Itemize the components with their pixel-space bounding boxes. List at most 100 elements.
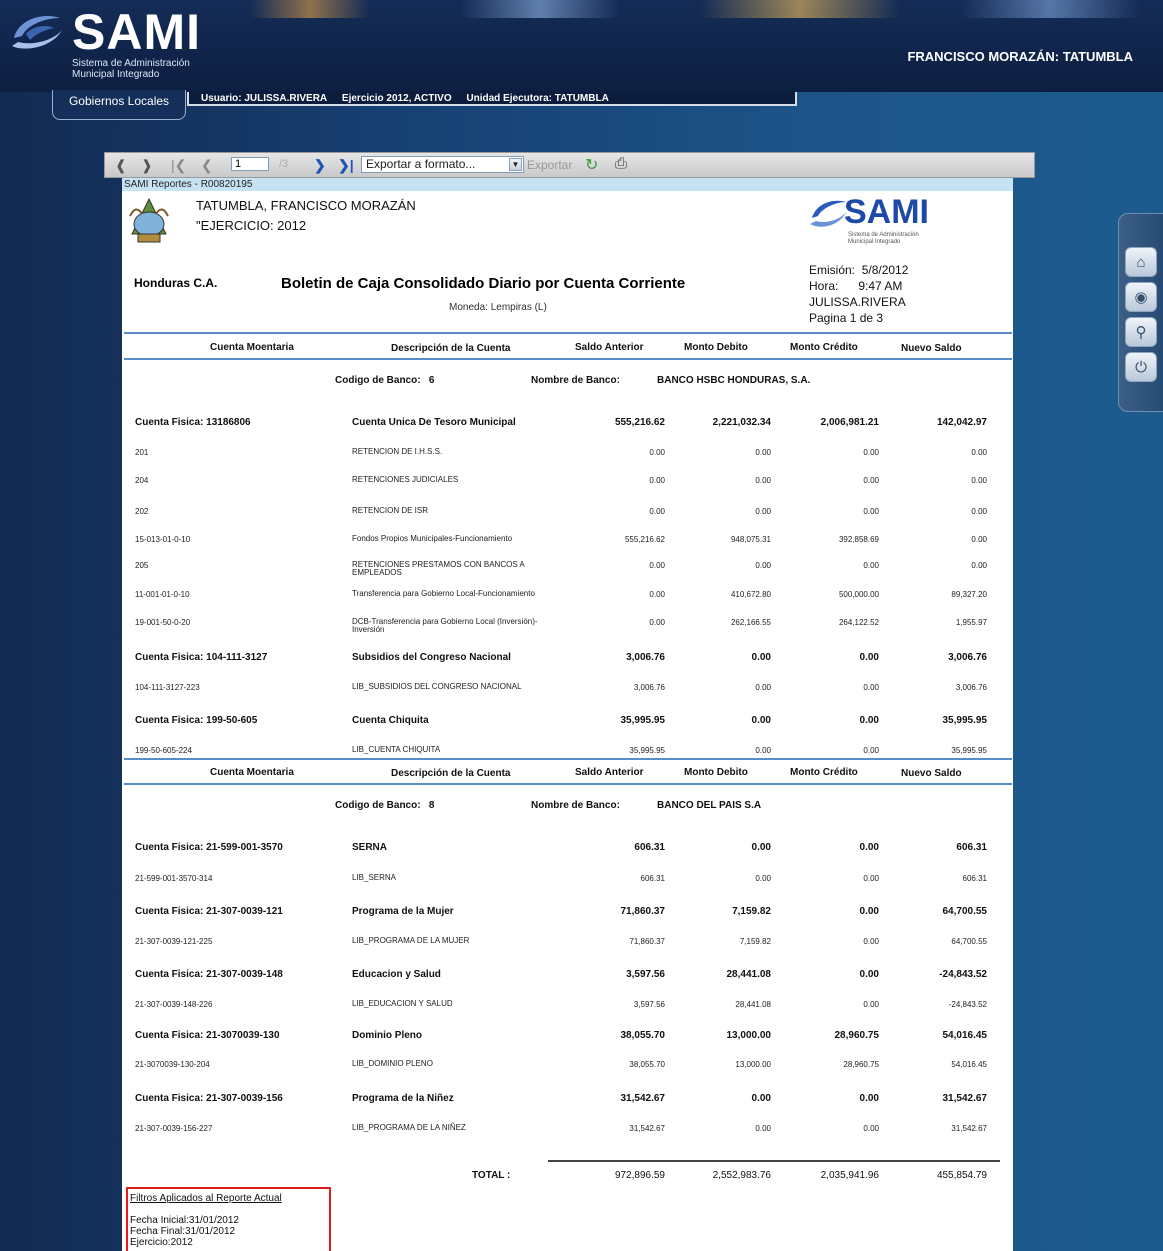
sami-logo-sub: Sistema de Administración <box>848 232 919 238</box>
cell-c3: 31,542.67 <box>629 1124 665 1133</box>
cell-c2: LIB_SERNA <box>352 873 397 882</box>
cell-c5: 0.00 <box>863 683 879 692</box>
cell-c4: 262,166.55 <box>730 618 771 627</box>
cell-c4: 7,159.82 <box>739 937 771 946</box>
cell-c1: Cuenta Fisica: 104-111-3127 <box>135 652 268 663</box>
cell-c2: Fondos Propios Municipales-Funcionamient… <box>352 534 513 543</box>
cell-c3: 555,216.62 <box>614 417 665 428</box>
sami-logo-icon <box>12 16 62 49</box>
emision-label: Emisión: <box>809 263 856 277</box>
eye-icon[interactable]: ◉ <box>1125 282 1157 312</box>
cell-c5: 28,960.75 <box>834 1030 880 1041</box>
report-meta: Emisión: 5/8/2012 Hora: 9:47 AM JULISSA.… <box>809 262 908 326</box>
refresh-icon[interactable]: ↻ <box>585 155 598 175</box>
cell-c4: 0.00 <box>755 448 771 457</box>
user-label: Usuario: JULISSA.RIVERA <box>201 93 328 104</box>
export-format-select[interactable]: Exportar a formato... ▼ <box>361 156 524 173</box>
sami-logo-icon <box>810 200 846 227</box>
home-icon[interactable]: ⌂ <box>1125 247 1157 277</box>
export-button[interactable]: Exportar <box>527 158 572 172</box>
bank-name: BANCO HSBC HONDURAS, S.A. <box>657 375 811 386</box>
cell-c1: 21-307-0039-156-227 <box>135 1124 213 1133</box>
bank-name-label: Nombre de Banco: <box>531 375 620 386</box>
side-panel: ⌂ ◉ ⚲ ⏻ <box>1118 213 1163 412</box>
cell-c6: 35,995.95 <box>951 746 987 755</box>
divider <box>124 358 1012 360</box>
col-nuevo-saldo: Nuevo Saldo <box>901 768 962 779</box>
cell-c3: 0.00 <box>649 590 665 599</box>
cell-c5: 0.00 <box>863 937 879 946</box>
cell-c4: 7,159.82 <box>732 906 771 917</box>
power-icon[interactable]: ⏻ <box>1125 352 1157 382</box>
municipality-label: FRANCISCO MORAZÁN: TATUMBLA <box>907 49 1133 64</box>
cell-c5: 0.00 <box>859 906 879 917</box>
report-user: JULISSA.RIVERA <box>809 295 906 309</box>
cell-c6: 3,006.76 <box>948 652 987 663</box>
cell-c1: Cuenta Fisica: 21-3070039-130 <box>135 1030 280 1041</box>
total-label: TOTAL : <box>472 1170 511 1181</box>
col-cuenta: Cuenta Moentaria <box>210 767 294 778</box>
cell-c1: 21-307-0039-148-226 <box>135 1000 213 1009</box>
cell-c3: 35,995.95 <box>620 715 666 726</box>
cell-c4: 0.00 <box>751 1093 771 1104</box>
cell-c2: LIB_DOMINIO PLENO <box>352 1059 433 1068</box>
divider <box>124 758 1012 760</box>
cell-c3: 71,860.37 <box>629 937 665 946</box>
cell-c3: 3,006.76 <box>633 683 665 692</box>
cell-c5: 0.00 <box>863 1000 879 1009</box>
header-decoration <box>460 0 620 18</box>
forward-icon[interactable]: ❱ <box>141 157 153 174</box>
col-monto-debito: Monto Debito <box>684 767 748 778</box>
cell-c6: 54,016.45 <box>942 1030 988 1041</box>
cell-c3: 71,860.37 <box>620 906 666 917</box>
cell-c2: LIB_SUBSIDIOS DEL CONGRESO NACIONAL <box>352 682 522 691</box>
cell-c6: 1,955.97 <box>955 618 987 627</box>
page-total: /3 <box>279 158 289 170</box>
total-saldo-anterior: 972,896.59 <box>614 1170 665 1181</box>
cell-c2: RETENCION DE ISR <box>352 506 429 515</box>
sami-logo-text: SAMI <box>844 193 929 231</box>
cell-c3: 38,055.70 <box>620 1030 666 1041</box>
cell-c1: Cuenta Fisica: 199-50-605 <box>135 715 258 726</box>
cell-c4: 13,000.00 <box>726 1030 772 1041</box>
cell-c1: Cuenta Fisica: 21-307-0039-148 <box>135 969 283 980</box>
col-monto-debito: Monto Debito <box>684 342 748 353</box>
cell-c4: 0.00 <box>755 874 771 883</box>
total-divider <box>548 1160 1000 1162</box>
cell-c4: 0.00 <box>755 507 771 516</box>
cell-c2: Programa de la Niñez <box>352 1093 454 1104</box>
print-icon[interactable]: ⎙ <box>615 155 627 172</box>
prev-page-icon[interactable]: ❮ <box>201 157 213 174</box>
last-page-icon[interactable]: ❯| <box>338 157 354 174</box>
cell-c2: Cuenta Unica De Tesoro Municipal <box>352 417 516 428</box>
first-page-icon[interactable]: |❮ <box>171 157 186 174</box>
back-icon[interactable]: ❰ <box>115 157 127 174</box>
cell-c5: 500,000.00 <box>838 590 879 599</box>
tab-gobiernos-locales[interactable]: Gobiernos Locales <box>52 90 186 120</box>
cell-c4: 0.00 <box>751 652 771 663</box>
divider <box>124 332 1012 334</box>
key-icon[interactable]: ⚲ <box>1125 317 1157 347</box>
cell-c1: 19-001-50-0-20 <box>135 618 191 627</box>
unit-label: Unidad Ejecutora: TATUMBLA <box>466 93 609 104</box>
export-format-value: Exportar a formato... <box>366 157 476 171</box>
cell-c6: -24,843.52 <box>939 969 987 980</box>
cell-c1: Cuenta Fisica: 21-307-0039-156 <box>135 1093 283 1104</box>
page-number-input[interactable]: 1 <box>231 157 269 171</box>
cell-c1: Cuenta Fisica: 13186806 <box>135 417 251 428</box>
cell-c3: 606.31 <box>634 842 665 853</box>
sami-logo-sub: Municipal Integrado <box>848 239 901 245</box>
filters-title: Filtros Aplicados al Reporte Actual <box>130 1193 282 1204</box>
total-monto-debito: 2,552,983.76 <box>712 1170 771 1181</box>
cell-c3: 0.00 <box>649 448 665 457</box>
bank-name: BANCO DEL PAIS S.A <box>657 800 762 811</box>
next-page-icon[interactable]: ❯ <box>314 157 326 174</box>
cell-c6: 64,700.55 <box>951 937 987 946</box>
app-logo-subtitle: Municipal Integrado <box>72 69 160 80</box>
cell-c5: 2,006,981.21 <box>820 417 879 428</box>
filter-fecha-inicial: Fecha Inicial:31/01/2012 <box>130 1215 239 1226</box>
cell-c4: 0.00 <box>751 842 771 853</box>
bank-code: Codigo de Banco: 8 <box>335 800 435 811</box>
cell-c6: 0.00 <box>971 476 987 485</box>
cell-c2: RETENCION DE I.H.S.S. <box>352 447 443 456</box>
